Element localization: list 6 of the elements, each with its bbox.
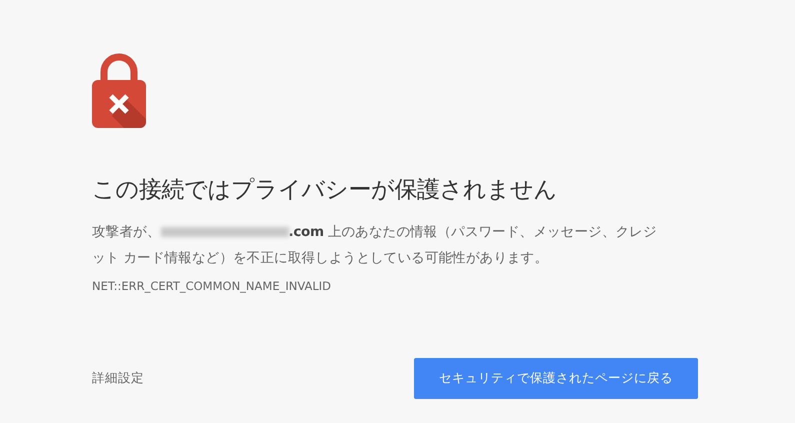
back-to-safety-button[interactable]: セキュリティで保護されたページに戻る xyxy=(414,358,698,399)
page-heading: この接続ではプライバシーが保護されません xyxy=(92,176,558,205)
error-code: NET::ERR_CERT_COMMON_NAME_INVALID xyxy=(92,279,331,293)
warning-message: 攻撃者が、 .com 上のあなたの情報（パスワード、メッセージ、クレジット カード情報など）を不正に取得しようとしている可能性があります。 xyxy=(92,223,658,268)
advanced-link[interactable]: 詳細設定 xyxy=(92,370,144,387)
lock-error-icon xyxy=(92,52,146,128)
